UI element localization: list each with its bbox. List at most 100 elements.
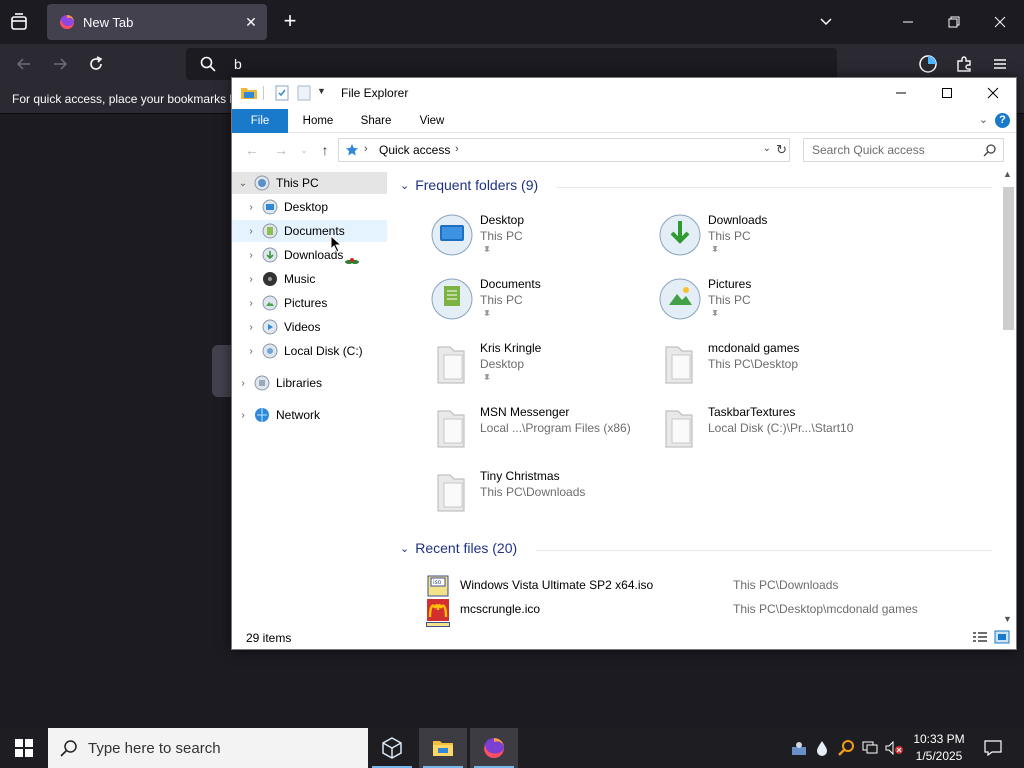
nav-documents[interactable]: › Documents (232, 220, 387, 242)
recent-locations-icon[interactable]: ⌄ (296, 142, 312, 158)
recent-files-header[interactable]: ⌄ Recent files (20) (400, 540, 517, 556)
customize-qat-icon[interactable]: ▼ (317, 86, 326, 96)
scroll-down-icon[interactable]: ▼ (1003, 614, 1012, 624)
folder-tile-downloads[interactable]: Downloads This PC (658, 211, 878, 271)
vertical-scrollbar[interactable]: ▲ ▼ (1000, 167, 1016, 627)
browser-tab[interactable]: New Tab ✕ (47, 4, 267, 40)
large-icons-view-icon[interactable] (994, 630, 1010, 644)
url-bar[interactable]: b (186, 48, 837, 80)
new-tab-button[interactable]: + (278, 10, 302, 34)
taskbar-search[interactable]: Type here to search (48, 728, 368, 768)
nav-this-pc[interactable]: ⌄ This PC (232, 172, 387, 194)
close-button[interactable] (970, 78, 1016, 108)
taskbar-file-explorer[interactable] (419, 728, 467, 768)
notification-center-icon[interactable] (978, 728, 1008, 768)
account-icon[interactable] (916, 52, 940, 76)
chevron-right-icon[interactable]: › (236, 410, 250, 421)
folder-tile-msn-messenger[interactable]: MSN Messenger Local ...\Program Files (x… (430, 403, 650, 463)
nav-videos[interactable]: › Videos (232, 316, 387, 338)
tab-view[interactable]: View (410, 109, 454, 133)
recent-file-row[interactable]: mcscrungle.ico This PC\Desktop\mcdonald … (426, 598, 986, 622)
nav-music[interactable]: › Music (232, 268, 387, 290)
minimize-button[interactable] (878, 78, 924, 108)
list-all-tabs-icon[interactable] (8, 11, 30, 33)
extensions-icon[interactable] (952, 52, 976, 76)
recent-file-row[interactable]: iso Windows Vista Ultimate SP2 x64.iso T… (426, 574, 986, 598)
chevron-down-icon[interactable]: ⌄ (400, 542, 409, 555)
folder-tile-tiny-christmas[interactable]: Tiny Christmas This PC\Downloads (430, 467, 650, 527)
taskbar-firefox[interactable] (470, 728, 518, 768)
chevron-down-icon[interactable]: ⌄ (400, 179, 409, 192)
scroll-up-icon[interactable]: ▲ (1003, 169, 1012, 179)
documents-folder-icon (431, 278, 473, 320)
forward-button[interactable] (48, 52, 72, 76)
chevron-right-icon[interactable]: › (244, 202, 258, 213)
chevron-down-icon[interactable]: ⌄ (236, 178, 250, 189)
folder-icon[interactable] (240, 84, 258, 102)
tab-home[interactable]: Home (296, 109, 340, 133)
computer-icon (254, 175, 270, 191)
help-icon[interactable]: ? (995, 113, 1010, 128)
start-button[interactable] (0, 728, 48, 768)
close-window-button[interactable] (988, 10, 1012, 34)
volume-muted-icon[interactable] (884, 738, 904, 758)
nav-desktop[interactable]: › Desktop (232, 196, 387, 218)
folder-tile-taskbartextures[interactable]: TaskbarTextures Local Disk (C:)\Pr...\St… (658, 403, 878, 463)
expand-ribbon-icon[interactable]: ⌄ (979, 113, 988, 126)
up-button[interactable]: ↑ (317, 142, 333, 158)
breadcrumb-chevron-icon[interactable]: › (455, 143, 459, 155)
refresh-icon[interactable]: ↻ (776, 142, 787, 158)
folder-tile-pictures[interactable]: Pictures This PC (658, 275, 878, 335)
tray-app-icon[interactable] (789, 738, 809, 758)
search-box[interactable]: Search Quick access (803, 138, 1004, 162)
back-button[interactable]: ← (244, 142, 260, 158)
address-bar[interactable]: › Quick access › ⌄ ↻ (338, 138, 790, 162)
network-tray-icon[interactable] (860, 738, 880, 758)
chevron-right-icon[interactable]: › (244, 346, 258, 357)
folder-tile-documents[interactable]: Documents This PC (430, 275, 650, 335)
url-text: b (234, 56, 242, 72)
nav-local-disk[interactable]: › Local Disk (C:) (232, 340, 387, 362)
scrollbar-thumb[interactable] (1003, 187, 1014, 330)
breadcrumb-quick-access[interactable]: Quick access (379, 143, 450, 157)
folder-tile-mcdonald-games[interactable]: mcdonald games This PC\Desktop (658, 339, 878, 399)
address-dropdown-icon[interactable]: ⌄ (763, 143, 771, 154)
tab-file[interactable]: File (232, 109, 288, 133)
back-button[interactable] (12, 52, 36, 76)
restore-button[interactable] (942, 10, 966, 34)
magnifier-tray-icon[interactable] (836, 738, 856, 758)
properties-icon[interactable] (273, 84, 291, 102)
chevron-right-icon[interactable]: › (244, 274, 258, 285)
reload-button[interactable] (84, 52, 108, 76)
folder-tile-kris-kringle[interactable]: Kris Kringle Desktop (430, 339, 650, 399)
tab-share[interactable]: Share (354, 109, 398, 133)
chevron-right-icon[interactable]: › (244, 250, 258, 261)
chevron-right-icon[interactable]: › (244, 298, 258, 309)
maximize-button[interactable] (924, 78, 970, 108)
nav-downloads[interactable]: › Downloads (232, 244, 387, 266)
file-path: This PC\Desktop\mcdonald games (733, 602, 918, 616)
breadcrumb-chevron-icon[interactable]: › (364, 143, 368, 155)
chevron-right-icon[interactable]: › (236, 378, 250, 389)
details-view-icon[interactable] (972, 630, 988, 644)
search-placeholder: Type here to search (88, 740, 221, 757)
nav-network[interactable]: › Network (232, 404, 387, 426)
tile-name: Desktop (480, 213, 525, 227)
chevron-right-icon[interactable]: › (244, 322, 258, 333)
taskbar-virtualbox[interactable] (368, 728, 416, 768)
minimize-button[interactable] (896, 10, 920, 34)
new-folder-icon[interactable] (295, 84, 313, 102)
nav-pictures[interactable]: › Pictures (232, 292, 387, 314)
tile-path: Local ...\Program Files (x86) (480, 421, 631, 435)
clock[interactable]: 10:33 PM 1/5/2025 (908, 731, 970, 765)
folder-tile-desktop[interactable]: Desktop This PC (430, 211, 650, 271)
droplet-icon[interactable] (812, 738, 832, 758)
close-icon[interactable]: ✕ (239, 10, 263, 34)
frequent-folders-header[interactable]: ⌄ Frequent folders (9) (400, 177, 538, 193)
chevron-right-icon[interactable]: › (244, 226, 258, 237)
menu-icon[interactable] (988, 52, 1012, 76)
navigation-pane: ⌄ This PC › Desktop › Documents › Downlo… (232, 167, 389, 627)
chevron-down-icon[interactable] (814, 10, 838, 34)
forward-button[interactable]: → (273, 142, 289, 158)
nav-libraries[interactable]: › Libraries (232, 372, 387, 394)
